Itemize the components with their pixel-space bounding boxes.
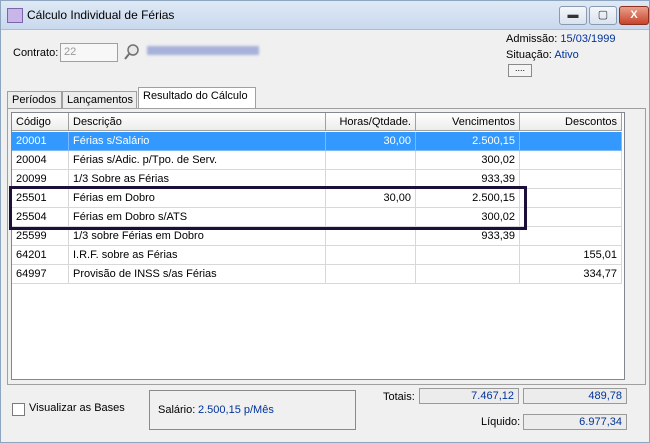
cell-descricao: Férias em Dobro s/ATS <box>69 208 326 227</box>
cell-descricao: 1/3 Sobre as Férias <box>69 170 326 189</box>
cell-codigo: 20001 <box>12 132 69 151</box>
table-row[interactable]: 25504 Férias em Dobro s/ATS 300,02 <box>12 208 622 227</box>
cell-descricao: Férias em Dobro <box>69 189 326 208</box>
cell-codigo: 20004 <box>12 151 69 170</box>
column-header-horas[interactable]: Horas/Qtdade. <box>326 113 416 131</box>
table-row[interactable]: 20001 Férias s/Salário 30,00 2.500,15 <box>12 132 622 151</box>
column-header-descontos[interactable]: Descontos <box>520 113 622 131</box>
main-window: Cálculo Individual de Férias ▬ ▢ X Contr… <box>0 0 650 443</box>
cell-horas <box>326 208 416 227</box>
liquido-value: 6.977,34 <box>523 414 627 430</box>
cell-horas <box>326 151 416 170</box>
cell-codigo: 25599 <box>12 227 69 246</box>
column-header-codigo[interactable]: Código <box>12 113 69 131</box>
totais-label: Totais: <box>383 391 415 403</box>
window-title: Cálculo Individual de Férias <box>27 8 175 22</box>
admissao-value: 15/03/1999 <box>560 33 616 45</box>
visualizar-bases-label: Visualizar as Bases <box>29 402 125 414</box>
table-row[interactable]: 64997 Provisão de INSS s/as Férias 334,7… <box>12 265 622 284</box>
employee-name-redacted <box>147 46 259 55</box>
cell-descontos <box>520 132 622 151</box>
table-row[interactable]: 25599 1/3 sobre Férias em Dobro 933,39 <box>12 227 622 246</box>
cell-horas <box>326 246 416 265</box>
cell-vencimentos: 2.500,15 <box>416 132 520 151</box>
salario-value: 2.500,15 p/Mês <box>198 404 274 416</box>
cell-codigo: 25501 <box>12 189 69 208</box>
tab-resultado-do-calculo[interactable]: Resultado do Cálculo <box>138 87 256 108</box>
minimize-button[interactable]: ▬ <box>559 6 587 25</box>
cell-codigo: 64997 <box>12 265 69 284</box>
cell-vencimentos: 933,39 <box>416 170 520 189</box>
cell-descontos <box>520 170 622 189</box>
tab-lancamentos[interactable]: Lançamentos <box>62 91 137 108</box>
table-row[interactable]: 20004 Férias s/Adic. p/Tpo. de Serv. 300… <box>12 151 622 170</box>
close-button[interactable]: X <box>619 6 649 25</box>
column-header-vencimentos[interactable]: Vencimentos <box>416 113 520 131</box>
cell-codigo: 64201 <box>12 246 69 265</box>
table-row[interactable]: 25501 Férias em Dobro 30,00 2.500,15 <box>12 189 622 208</box>
cell-horas <box>326 265 416 284</box>
cell-descricao: Férias s/Adic. p/Tpo. de Serv. <box>69 151 326 170</box>
cell-descricao: Provisão de INSS s/as Férias <box>69 265 326 284</box>
admissao-label: Admissão: 15/03/1999 <box>506 33 616 45</box>
app-icon <box>7 8 23 23</box>
cell-codigo: 25504 <box>12 208 69 227</box>
salario-box: Salário: 2.500,15 p/Mês <box>149 390 356 430</box>
contrato-input[interactable]: 22 <box>60 43 118 62</box>
cell-vencimentos: 2.500,15 <box>416 189 520 208</box>
result-table: Código Descrição Horas/Qtdade. Venciment… <box>11 112 625 380</box>
cell-descontos: 155,01 <box>520 246 622 265</box>
cell-horas: 30,00 <box>326 189 416 208</box>
liquido-label: Líquido: <box>481 416 521 428</box>
totais-vencimentos-value: 7.467,12 <box>419 388 519 404</box>
cell-descontos <box>520 227 622 246</box>
cell-codigo: 20099 <box>12 170 69 189</box>
cell-descricao: 1/3 sobre Férias em Dobro <box>69 227 326 246</box>
cell-vencimentos: 933,39 <box>416 227 520 246</box>
cell-vencimentos <box>416 265 520 284</box>
more-button[interactable]: .... <box>508 64 532 77</box>
tab-periodos[interactable]: Períodos <box>7 91 62 108</box>
search-icon[interactable] <box>124 43 144 61</box>
cell-descontos <box>520 189 622 208</box>
cell-descontos <box>520 208 622 227</box>
table-row[interactable]: 20099 1/3 Sobre as Férias 933,39 <box>12 170 622 189</box>
cell-horas <box>326 227 416 246</box>
title-bar[interactable]: Cálculo Individual de Férias ▬ ▢ X <box>1 1 649 30</box>
totais-descontos-value: 489,78 <box>523 388 627 404</box>
cell-descricao: Férias s/Salário <box>69 132 326 151</box>
table-row[interactable]: 64201 I.R.F. sobre as Férias 155,01 <box>12 246 622 265</box>
cell-descricao: I.R.F. sobre as Férias <box>69 246 326 265</box>
cell-horas: 30,00 <box>326 132 416 151</box>
cell-vencimentos <box>416 246 520 265</box>
maximize-button[interactable]: ▢ <box>589 6 617 25</box>
cell-vencimentos: 300,02 <box>416 151 520 170</box>
column-header-descricao[interactable]: Descrição <box>69 113 326 131</box>
situacao-value: Ativo <box>554 49 579 61</box>
cell-horas <box>326 170 416 189</box>
contrato-label: Contrato: <box>13 47 59 59</box>
cell-descontos: 334,77 <box>520 265 622 284</box>
cell-descontos <box>520 151 622 170</box>
situacao-label: Situação: Ativo <box>506 49 579 61</box>
visualizar-bases-checkbox[interactable] <box>12 403 25 416</box>
salario-label: Salário: <box>158 404 196 416</box>
cell-vencimentos: 300,02 <box>416 208 520 227</box>
